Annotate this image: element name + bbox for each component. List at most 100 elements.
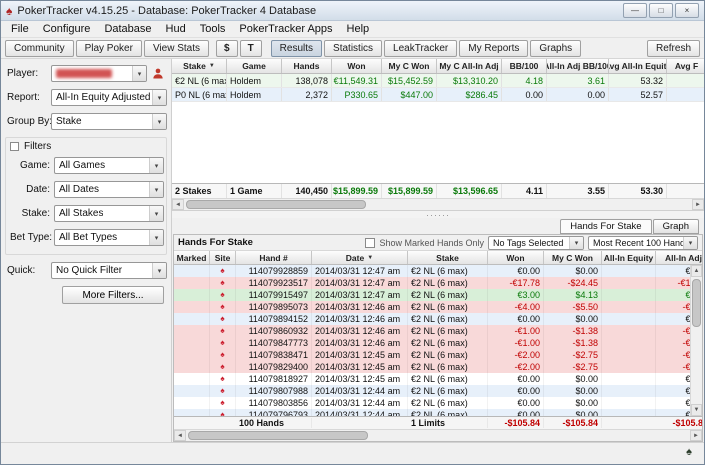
collapse-toggle-icon[interactable] [10, 142, 19, 151]
hand-row[interactable]: ♠ 114079829400 2014/03/31 12:45 am €2 NL (6… [174, 361, 702, 373]
hands-column-all-in-adj[interactable]: All-In Adj [656, 251, 702, 264]
cell [174, 397, 210, 409]
hands-horizontal-scrollbar[interactable]: ◄ ► [174, 429, 702, 441]
hands-vertical-scrollbar[interactable]: ▲ ▼ [690, 265, 702, 416]
results-column-my-c-all-in-adj[interactable]: My C All-In Adj [437, 59, 502, 73]
cell: €2 NL (6 max) [408, 397, 488, 409]
quick-filter-label: Quick: [7, 265, 36, 276]
cell [602, 277, 656, 289]
scroll-left-icon[interactable]: ◄ [172, 199, 184, 210]
toolbar-community-button[interactable]: Community [5, 39, 74, 57]
player-select[interactable]: ▾ [51, 65, 147, 82]
hands-panel-controls: Show Marked Hands Only No Tags Selected … [365, 235, 698, 250]
hand-row[interactable]: ♠ 114079838471 2014/03/31 12:45 am €2 NL (6… [174, 349, 702, 361]
hand-row[interactable]: ♠ 114079847773 2014/03/31 12:46 am €2 NL (6… [174, 337, 702, 349]
hand-row[interactable]: ♠ 114079860932 2014/03/31 12:46 am €2 NL (6… [174, 325, 702, 337]
results-column-game[interactable]: Game [227, 59, 282, 73]
scrollbar-thumb[interactable] [186, 200, 366, 209]
hands-column-hand[interactable]: Hand # [236, 251, 312, 264]
results-column-won[interactable]: Won [332, 59, 382, 73]
results-column-stake[interactable]: Stake ▼ [172, 59, 227, 73]
tab-graphs[interactable]: Graphs [530, 39, 582, 57]
tab-leaktracker[interactable]: LeakTracker [384, 39, 458, 57]
results-column-avg-all-in-equity[interactable]: Avg All-In Equity [609, 59, 667, 73]
hand-row[interactable]: ♠ 114079915497 2014/03/31 12:47 am €2 NL (6… [174, 289, 702, 301]
tab-statistics[interactable]: Statistics [324, 39, 383, 57]
close-button[interactable]: × [675, 3, 699, 18]
menu-configure[interactable]: Configure [36, 22, 98, 36]
hand-row[interactable]: ♠ 114079923517 2014/03/31 12:47 am €2 NL (6… [174, 277, 702, 289]
menu-tools[interactable]: Tools [193, 22, 233, 36]
panel-splitter[interactable] [172, 211, 704, 218]
scroll-up-icon[interactable]: ▲ [691, 265, 702, 277]
hands-for-stake-tab[interactable]: Hands For Stake [560, 219, 652, 234]
group-by-select[interactable]: Stake ▾ [51, 113, 167, 130]
report-select[interactable]: All-In Equity Adjusted ▾ [51, 89, 167, 106]
results-row[interactable]: €2 NL (6 max) Holdem 138,078 €11,549.31 $15,… [172, 74, 704, 88]
filter-select-date[interactable]: All Dates ▾ [54, 181, 164, 198]
scroll-down-icon[interactable]: ▼ [691, 404, 702, 416]
cell: €0.00 [488, 313, 544, 325]
menu-hud[interactable]: Hud [159, 22, 193, 36]
results-row[interactable]: P0 NL (6 max) Holdem 2,372 P330.65 $447.00 $2… [172, 88, 704, 102]
minimize-button[interactable]: — [623, 3, 647, 18]
cell: 2014/03/31 12:47 am [312, 265, 408, 277]
scroll-right-icon[interactable]: ► [690, 430, 702, 441]
hand-row[interactable]: ♠ 114079818927 2014/03/31 12:45 am €2 NL (6… [174, 373, 702, 385]
hands-column-marked[interactable]: Marked [174, 251, 210, 264]
hand-row[interactable]: ♠ 114079807988 2014/03/31 12:44 am €2 NL (6… [174, 385, 702, 397]
results-column-all-in-adj-bb-100[interactable]: All-In Adj BB/100 [547, 59, 609, 73]
menu-file[interactable]: File [4, 22, 36, 36]
hands-column-date[interactable]: Date ▼ [312, 251, 408, 264]
menu-database[interactable]: Database [97, 22, 158, 36]
maximize-button[interactable]: □ [649, 3, 673, 18]
hand-row[interactable]: ♠ 114079803856 2014/03/31 12:44 am €2 NL (6… [174, 397, 702, 409]
results-column-hands[interactable]: Hands [282, 59, 332, 73]
results-horizontal-scrollbar[interactable]: ◄ ► [172, 198, 704, 210]
scrollbar-thumb[interactable] [692, 279, 701, 327]
filter-select-bet-type[interactable]: All Bet Types ▾ [54, 229, 164, 246]
tournament-display-button[interactable]: T [239, 39, 262, 57]
summary-cell: 4.11 [502, 184, 547, 198]
cell [602, 409, 656, 416]
results-column-bb-100[interactable]: BB/100 [502, 59, 547, 73]
bottom-panel-tabs: Hands For Stake Graph [172, 218, 704, 234]
filter-select-game[interactable]: All Games ▾ [54, 157, 164, 174]
show-marked-checkbox[interactable] [365, 237, 376, 248]
cell: ♠ [210, 337, 236, 349]
cell: 114079807988 [236, 385, 312, 397]
hands-column-won[interactable]: Won [488, 251, 544, 264]
hand-row[interactable]: ♠ 114079894152 2014/03/31 12:46 am €2 NL (6… [174, 313, 702, 325]
cell [602, 289, 656, 301]
hand-row[interactable]: ♠ 114079928859 2014/03/31 12:47 am €2 NL (6… [174, 265, 702, 277]
hands-column-my-c-won[interactable]: My C Won [544, 251, 602, 264]
graph-tab[interactable]: Graph [652, 219, 699, 234]
site-spade-icon: ♠ [220, 266, 225, 275]
tab-my-reports[interactable]: My Reports [459, 39, 529, 57]
quick-filter-select[interactable]: No Quick Filter ▾ [51, 262, 167, 279]
filter-select-stake[interactable]: All Stakes ▾ [54, 205, 164, 222]
scrollbar-thumb[interactable] [188, 431, 368, 440]
tags-select[interactable]: No Tags Selected ▾ [488, 235, 584, 250]
scroll-left-icon[interactable]: ◄ [174, 430, 186, 441]
refresh-button[interactable]: Refresh [646, 39, 700, 57]
recent-hands-select[interactable]: Most Recent 100 Hands ▾ [588, 235, 698, 250]
cell [602, 313, 656, 325]
results-column-avg-f[interactable]: Avg F [667, 59, 704, 73]
hand-row[interactable]: ♠ 114079895073 2014/03/31 12:46 am €2 NL (6… [174, 301, 702, 313]
scroll-right-icon[interactable]: ► [692, 199, 704, 210]
currency-display-button[interactable]: $ [216, 39, 238, 57]
hand-row[interactable]: ♠ 114079796793 2014/03/31 12:44 am €2 NL (6… [174, 409, 702, 416]
titlebar[interactable]: ♠ PokerTracker v4.15.25 - Database: Poke… [1, 1, 704, 21]
menu-pokertracker-apps[interactable]: PokerTracker Apps [232, 22, 339, 36]
toolbar-view-stats-button[interactable]: View Stats [143, 39, 209, 57]
results-column-my-c-won[interactable]: My C Won [382, 59, 437, 73]
menu-help[interactable]: Help [340, 22, 377, 36]
tab-results[interactable]: Results [270, 39, 323, 57]
more-filters-button[interactable]: More Filters... [62, 286, 164, 304]
hands-column-all-in-equity[interactable]: All-In Equity [602, 251, 656, 264]
player-profile-button[interactable] [149, 65, 167, 82]
hands-column-stake[interactable]: Stake [408, 251, 488, 264]
hands-column-site[interactable]: Site [210, 251, 236, 264]
toolbar-play-poker-button[interactable]: Play Poker [75, 39, 142, 57]
